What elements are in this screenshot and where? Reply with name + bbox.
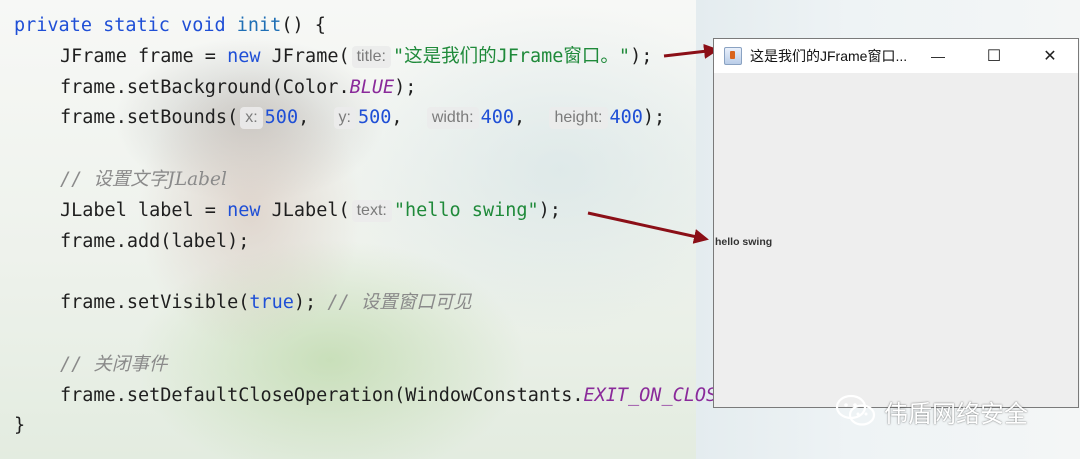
code-token: JFrame(: [271, 45, 350, 67]
code-token: );: [394, 76, 417, 98]
code-token: );: [630, 45, 653, 67]
code-token: JLabel(: [271, 199, 350, 221]
code-token: BLUE: [349, 76, 395, 98]
parameter-hint: width:: [426, 107, 479, 130]
code-token: private static void: [14, 15, 237, 36]
code-token: 400: [609, 107, 643, 129]
code-token: new: [227, 199, 272, 221]
code-token: );: [538, 199, 561, 221]
code-line[interactable]: frame.setBounds(x: 500, y: 500, width: 400,…: [60, 103, 665, 134]
code-token: ,: [391, 107, 425, 129]
code-line[interactable]: frame.setVisible(true); // 设置窗口可见: [60, 288, 472, 319]
code-token: ,: [298, 107, 332, 129]
code-token: 500: [357, 107, 392, 129]
parameter-hint: y:: [333, 107, 356, 130]
code-line[interactable]: frame.add(label);: [60, 227, 249, 258]
code-token: ,: [514, 107, 548, 129]
code-line[interactable]: }: [14, 411, 25, 442]
code-token: //: [327, 292, 361, 314]
code-token: );: [293, 292, 328, 314]
code-line[interactable]: JFrame frame = new JFrame(title: "这是我们的JF…: [60, 42, 652, 73]
window-title: 这是我们的JFrame窗口...: [750, 48, 908, 64]
code-token: //: [60, 353, 94, 375]
code-line[interactable]: frame.setBackground(Color.BLUE);: [60, 73, 416, 104]
wechat-icon: [835, 394, 876, 426]
code-token: frame.setBounds(: [60, 107, 239, 129]
code-token: JLabel label =: [60, 199, 228, 221]
code-token: frame.setBackground(Color.: [60, 76, 350, 98]
code-token: "hello swing": [393, 199, 539, 221]
code-token: 设置文字JLabel: [93, 169, 227, 190]
parameter-hint: x:: [240, 107, 263, 130]
code-token: }: [14, 415, 26, 437]
code-line[interactable]: private static void init() {: [14, 11, 326, 42]
code-line[interactable]: JLabel label = new JLabel(text: "hello sw…: [60, 196, 561, 227]
maximize-button[interactable]: ☐: [966, 39, 1022, 73]
code-token: 设置窗口可见: [360, 292, 472, 314]
code-token: 500: [264, 107, 299, 129]
watermark: 伟盾网络安全: [834, 392, 1028, 430]
hello-swing-label: hello swing: [715, 236, 773, 248]
window-titlebar[interactable]: 这是我们的JFrame窗口... — ☐ ✕: [714, 39, 1078, 73]
code-token: frame.add(label);: [60, 230, 250, 252]
code-line[interactable]: frame.setDefaultCloseOperation(WindowCon…: [60, 381, 720, 412]
code-editor[interactable]: private static void init() {JFrame frame…: [0, 0, 720, 459]
code-line[interactable]: // 设置文字JLabel: [60, 165, 227, 196]
jframe-window[interactable]: 这是我们的JFrame窗口... — ☐ ✕ hello swing: [713, 38, 1079, 408]
code-token: //: [60, 169, 94, 190]
code-token: );: [642, 107, 666, 129]
code-token: new: [227, 45, 272, 67]
watermark-text: 伟盾网络安全: [884, 399, 1028, 428]
code-token: EXIT_ON_CLOSE: [583, 384, 720, 406]
code-token: JFrame frame =: [60, 45, 228, 67]
code-token: frame.setDefaultCloseOperation(WindowCon…: [60, 384, 584, 406]
parameter-hint: text:: [351, 199, 392, 222]
minimize-button[interactable]: —: [910, 39, 966, 73]
code-token: init: [236, 15, 282, 36]
code-line[interactable]: // 关闭事件: [60, 350, 167, 381]
code-token: "这是我们的JFrame窗口。": [392, 45, 631, 67]
code-token: frame.setVisible(: [60, 292, 250, 314]
close-button[interactable]: ✕: [1022, 39, 1078, 73]
code-token: true: [249, 292, 294, 314]
code-token: 400: [480, 107, 515, 129]
parameter-hint: height:: [549, 107, 608, 130]
code-token: () {: [281, 15, 326, 36]
parameter-hint: title:: [351, 45, 391, 68]
java-app-icon: [724, 47, 742, 65]
code-token: 关闭事件: [93, 353, 168, 375]
